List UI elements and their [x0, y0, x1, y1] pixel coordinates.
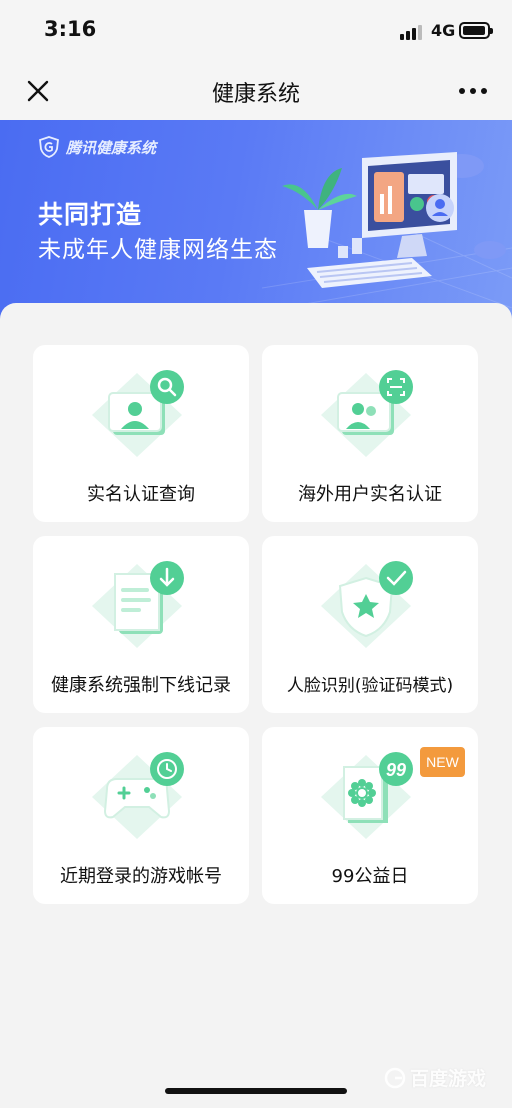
- new-badge: NEW: [420, 747, 465, 777]
- baidu-game-logo-icon: [384, 1067, 406, 1088]
- battery-icon: [459, 22, 493, 39]
- page-title: 健康系统: [211, 82, 300, 107]
- svg-text:99: 99: [386, 760, 406, 780]
- card-label: 海外用户实名认证: [298, 484, 442, 505]
- network-label: 4G: [431, 21, 456, 40]
- banner-subheadline: 未成年人健康网络生态: [38, 237, 278, 263]
- hero-banner: 腾讯健康系统 共同打造 未成年人健康网络生态: [0, 120, 512, 320]
- charity-99-icon: 99: [321, 752, 413, 839]
- home-indicator[interactable]: [165, 1088, 347, 1094]
- banner-headline: 共同打造: [38, 200, 143, 229]
- more-icon[interactable]: [455, 79, 491, 103]
- gamepad-clock-icon: [92, 752, 184, 839]
- id-scan-icon: [321, 370, 413, 457]
- card-99-charity-day[interactable]: 99 NEW 99公益日: [262, 727, 478, 904]
- download-record-icon: [92, 561, 184, 648]
- brand-logo: 腾讯健康系统: [38, 136, 156, 158]
- card-label: 健康系统强制下线记录: [51, 675, 231, 696]
- status-bar: 3:16 4G: [0, 0, 512, 62]
- card-recent-game-accounts[interactable]: 近期登录的游戏帐号: [33, 727, 249, 904]
- status-time: 3:16: [44, 17, 97, 41]
- card-label: 人脸识别(验证码模式): [286, 676, 454, 696]
- watermark-text: 百度游戏: [410, 1068, 487, 1090]
- card-overseas-verification[interactable]: 海外用户实名认证: [262, 345, 478, 522]
- card-label: 实名认证查询: [87, 484, 195, 505]
- card-face-recognition[interactable]: 人脸识别(验证码模式): [262, 536, 478, 713]
- card-forced-offline-records[interactable]: 健康系统强制下线记录: [33, 536, 249, 713]
- nav-bar: 健康系统: [0, 62, 512, 120]
- tencent-shield-logo-icon: [39, 136, 59, 158]
- service-grid: 实名认证查询 海外用户实名认证 健康系统强制下线记录 人脸识别(验证码模式) 近…: [0, 303, 512, 1108]
- shield-check-icon: [321, 561, 413, 648]
- card-real-name-query[interactable]: 实名认证查询: [33, 345, 249, 522]
- id-search-icon: [92, 370, 184, 457]
- card-label: 近期登录的游戏帐号: [60, 866, 222, 887]
- signal-icon: [400, 24, 426, 40]
- brand-logo-text: 腾讯健康系统: [66, 138, 157, 157]
- computer-illustration: [262, 152, 512, 308]
- watermark: 百度游戏: [384, 1064, 486, 1091]
- card-label: 99公益日: [331, 866, 409, 887]
